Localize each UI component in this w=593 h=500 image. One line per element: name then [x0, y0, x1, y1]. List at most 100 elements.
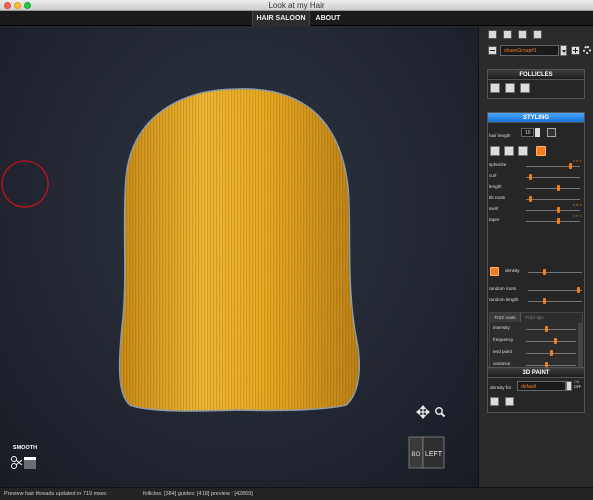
group-dropdown-button[interactable]: [560, 45, 567, 56]
style-mode-4-icon[interactable]: [536, 146, 546, 156]
random-roots-label: random roots: [489, 286, 517, 291]
density-track[interactable]: [528, 272, 582, 273]
density-knob[interactable]: [543, 269, 547, 275]
frizz-knob[interactable]: [544, 326, 548, 332]
view-cube-left-label: LEFT: [425, 451, 443, 458]
tab-about[interactable]: ABOUT: [311, 11, 345, 26]
chevron-down-icon: [562, 50, 566, 53]
frizz-knob[interactable]: [549, 350, 553, 356]
tab-bar: HAIR SALOON ABOUT: [0, 11, 593, 26]
axis-badge[interactable]: x ✕ z: [573, 214, 581, 218]
title-bar: Look at my Hair: [0, 0, 593, 11]
paint-toggle[interactable]: ON OFF: [574, 380, 584, 392]
density-for-select[interactable]: default: [517, 381, 566, 391]
slider-knob[interactable]: [528, 196, 532, 202]
density-for-label: density for: [490, 385, 512, 390]
style-mode-2-icon[interactable]: [504, 146, 514, 156]
slider-track[interactable]: [526, 199, 580, 200]
slider-track[interactable]: [526, 188, 580, 189]
slider-label: length: [489, 184, 502, 189]
group-select[interactable]: shaveGroup#1: [500, 45, 559, 56]
hair-length-field[interactable]: 10: [521, 128, 534, 137]
status-message: Preview hair threads updated in 719 msec: [4, 491, 107, 497]
window-title: Look at my Hair: [268, 1, 325, 10]
add-group-button[interactable]: [571, 46, 580, 55]
styling-header[interactable]: STYLING: [488, 113, 584, 123]
smooth-label: SMOOTH: [12, 445, 38, 451]
slider-knob[interactable]: [569, 163, 573, 169]
gear-icon[interactable]: [583, 46, 591, 54]
axis-badge[interactable]: x ✕ z: [573, 203, 581, 207]
new-file-icon[interactable]: [488, 30, 497, 39]
paint-tool-2-icon[interactable]: [505, 397, 514, 406]
hair-render: BO LEFT: [0, 88, 446, 469]
random-length-label: random length: [489, 297, 519, 302]
move-icon: [415, 404, 431, 420]
3d-viewport[interactable]: BO LEFT SMOOTH: [0, 27, 478, 487]
view-cube-side-label: BO: [412, 452, 421, 458]
paint-tool-1-icon[interactable]: [490, 397, 499, 406]
save-icon[interactable]: [533, 30, 542, 39]
control-panel: shaveGroup#1 FOLLICLES STYLING hair leng…: [478, 27, 593, 499]
import-icon[interactable]: [518, 30, 527, 39]
follicles-header[interactable]: FOLLICLES: [488, 70, 584, 80]
smooth-brush-indicator[interactable]: SMOOTH: [8, 445, 42, 477]
styling-section: STYLING hair length 10 spherize x ✕ z curl…: [487, 112, 585, 379]
follicles-section: FOLLICLES: [487, 69, 585, 99]
scissors-follicles-icon[interactable]: [505, 83, 515, 93]
hair-length-label: hair length: [489, 133, 511, 138]
random-roots-track[interactable]: [528, 290, 582, 291]
frizz-track[interactable]: [526, 329, 576, 330]
eye-icon[interactable]: [490, 267, 499, 276]
frizz-label: end point: [493, 349, 512, 354]
remove-group-button[interactable]: [488, 46, 497, 55]
density-for-value: default: [521, 384, 537, 390]
hair-length-settings-icon[interactable]: [547, 128, 556, 137]
slider-knob[interactable]: [556, 218, 560, 224]
axis-badge[interactable]: x ✕ z: [573, 159, 581, 163]
density-label: density: [505, 268, 520, 273]
slider-label: curl: [489, 173, 497, 178]
frizz-knob[interactable]: [554, 338, 558, 344]
slider-knob[interactable]: [528, 174, 532, 180]
slider-label: swirl: [489, 206, 499, 211]
brush-cursor: [0, 155, 54, 213]
density-for-dropdown[interactable]: [566, 381, 572, 391]
status-bar: Preview hair threads updated in 719 msec…: [0, 487, 593, 500]
hair-length-stepper[interactable]: [535, 128, 540, 137]
3d-paint-header[interactable]: 3D PAINT: [488, 368, 584, 378]
slider-knob[interactable]: [556, 185, 560, 191]
slider-label: spherize: [489, 162, 507, 167]
frizz-track[interactable]: [526, 341, 576, 342]
tab-frizz-tips[interactable]: Frizz tips: [521, 313, 548, 322]
open-file-icon[interactable]: [503, 30, 512, 39]
scissors-comb-icon: [11, 456, 36, 469]
list-follicles-icon[interactable]: [520, 83, 530, 93]
slider-label: taper: [489, 217, 500, 222]
random-length-track[interactable]: [528, 301, 582, 302]
slider-label: tilt roots: [489, 195, 506, 200]
style-mode-3-icon[interactable]: [518, 146, 528, 156]
random-length-knob[interactable]: [543, 298, 547, 304]
frizz-track[interactable]: [526, 365, 576, 366]
frizz-label: frequency: [493, 337, 514, 342]
group-select-value: shaveGroup#1: [504, 48, 537, 54]
slider-track[interactable]: [526, 210, 580, 211]
frizz-label: variance: [493, 361, 511, 366]
3d-paint-section: 3D PAINT density for default ON OFF: [487, 367, 585, 413]
tab-frizz-roots[interactable]: Frizz roots: [490, 313, 521, 322]
style-mode-1-icon[interactable]: [490, 146, 500, 156]
view-cube: BO LEFT: [408, 436, 445, 469]
zoom-icon: [435, 407, 446, 418]
tab-hair-saloon[interactable]: HAIR SALOON: [252, 11, 310, 26]
status-counts: follicles: [384] guides: [418] preview :…: [143, 491, 253, 497]
slider-knob[interactable]: [556, 207, 560, 213]
frizz-label: intensity: [493, 325, 510, 330]
slider-track[interactable]: [526, 221, 580, 222]
hair-length-value: 10: [525, 130, 531, 136]
frizz-scrollbar[interactable]: [578, 323, 582, 373]
grid-follicles-icon[interactable]: [490, 83, 500, 93]
slider-track[interactable]: [526, 177, 580, 178]
frizz-panel: Frizz roots Frizz tips intensity frequenc…: [489, 312, 583, 374]
toggle-off-label: OFF: [574, 385, 581, 389]
